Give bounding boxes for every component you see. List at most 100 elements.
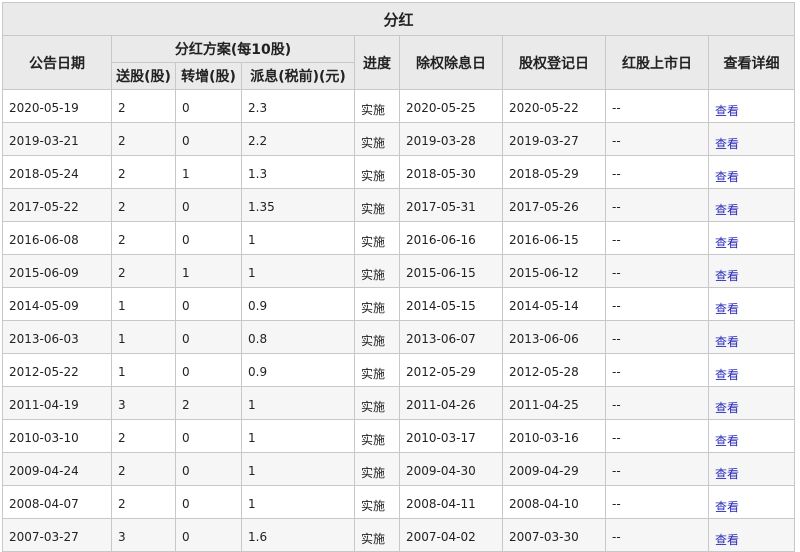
header-ex-date: 除权除息日 [399,35,503,90]
cell-announce-date: 2019-03-21 [2,122,112,156]
header-cash-dividend: 派息(税前)(元) [241,62,355,90]
view-details-link[interactable]: 查看 [715,170,739,184]
view-details-link[interactable]: 查看 [715,533,739,547]
cell-bonus-listing-date: -- [605,353,709,387]
cell-bonus-listing-date: -- [605,254,709,288]
view-details-link[interactable]: 查看 [715,269,739,283]
view-details-link[interactable]: 查看 [715,236,739,250]
cell-progress: 实施 [354,155,400,189]
table-row: 2011-04-19 3 2 1 实施 2011-04-26 2011-04-25 -- 查看 [2,386,796,420]
cell-record-date: 2016-06-15 [502,221,606,255]
cell-bonus-shares: 1 [111,320,176,354]
cell-cash-dividend: 0.9 [241,287,355,321]
cell-progress: 实施 [354,122,400,156]
cell-bonus-shares: 1 [111,353,176,387]
cell-details: 查看 [707,320,796,354]
cell-bonus-shares: 2 [111,155,176,189]
cell-bonus-listing-date: -- [605,386,709,420]
cell-announce-date: 2013-06-03 [2,320,112,354]
table-row: 2020-05-19 2 0 2.3 实施 2020-05-25 2020-05-22 -- 查… [2,89,796,123]
dividend-table: 分红 公告日期 分红方案(每10股) 进度 除权除息日 股权登记日 红股上市日 … [1,2,796,552]
cell-transfer-shares: 0 [175,122,242,156]
cell-progress: 实施 [354,353,400,387]
view-details-link[interactable]: 查看 [715,137,739,151]
cell-bonus-shares: 2 [111,221,176,255]
cell-transfer-shares: 0 [175,89,242,123]
cell-bonus-listing-date: -- [605,485,709,519]
cell-ex-date: 2011-04-26 [399,386,503,420]
cell-ex-date: 2009-04-30 [399,452,503,486]
cell-details: 查看 [707,221,796,255]
cell-bonus-listing-date: -- [605,221,709,255]
cell-record-date: 2014-05-14 [502,287,606,321]
cell-announce-date: 2017-05-22 [2,188,112,222]
header-transfer-shares: 转增(股) [175,62,242,90]
cell-bonus-shares: 2 [111,485,176,519]
cell-transfer-shares: 1 [175,155,242,189]
view-details-link[interactable]: 查看 [715,335,739,349]
table-row: 2016-06-08 2 0 1 实施 2016-06-16 2016-06-15 -- 查看 [2,221,796,255]
table-row: 2009-04-24 2 0 1 实施 2009-04-30 2009-04-29 -- 查看 [2,452,796,486]
cell-record-date: 2019-03-27 [502,122,606,156]
cell-details: 查看 [707,452,796,486]
cell-record-date: 2018-05-29 [502,155,606,189]
cell-bonus-shares: 2 [111,254,176,288]
cell-progress: 实施 [354,518,400,552]
cell-announce-date: 2009-04-24 [2,452,112,486]
view-details-link[interactable]: 查看 [715,434,739,448]
cell-record-date: 2008-04-10 [502,485,606,519]
view-details-link[interactable]: 查看 [715,467,739,481]
table-row: 2013-06-03 1 0 0.8 实施 2013-06-07 2013-06-06 -- 查… [2,320,796,354]
view-details-link[interactable]: 查看 [715,500,739,514]
cell-ex-date: 2010-03-17 [399,419,503,453]
cell-details: 查看 [707,485,796,519]
cell-record-date: 2015-06-12 [502,254,606,288]
header-dividend-plan: 分红方案(每10股) [111,35,355,63]
view-details-link[interactable]: 查看 [715,401,739,415]
cell-bonus-listing-date: -- [605,287,709,321]
cell-record-date: 2017-05-26 [502,188,606,222]
cell-announce-date: 2008-04-07 [2,485,112,519]
cell-bonus-shares: 3 [111,518,176,552]
cell-announce-date: 2012-05-22 [2,353,112,387]
cell-cash-dividend: 1.35 [241,188,355,222]
cell-details: 查看 [707,122,796,156]
cell-bonus-listing-date: -- [605,452,709,486]
table-row: 2007-03-27 3 0 1.6 实施 2007-04-02 2007-03-30 -- 查… [2,518,796,552]
cell-transfer-shares: 0 [175,188,242,222]
cell-bonus-shares: 2 [111,188,176,222]
cell-announce-date: 2010-03-10 [2,419,112,453]
cell-details: 查看 [707,353,796,387]
view-details-link[interactable]: 查看 [715,302,739,316]
cell-transfer-shares: 0 [175,485,242,519]
cell-details: 查看 [707,419,796,453]
table-row: 2012-05-22 1 0 0.9 实施 2012-05-29 2012-05-28 -- 查… [2,353,796,387]
cell-bonus-shares: 2 [111,122,176,156]
view-details-link[interactable]: 查看 [715,368,739,382]
cell-progress: 实施 [354,419,400,453]
view-details-link[interactable]: 查看 [715,203,739,217]
view-details-link[interactable]: 查看 [715,104,739,118]
cell-cash-dividend: 0.9 [241,353,355,387]
cell-record-date: 2013-06-06 [502,320,606,354]
table-row: 2014-05-09 1 0 0.9 实施 2014-05-15 2014-05-14 -- 查… [2,287,796,321]
cell-ex-date: 2007-04-02 [399,518,503,552]
cell-progress: 实施 [354,287,400,321]
cell-transfer-shares: 0 [175,419,242,453]
cell-cash-dividend: 1 [241,419,355,453]
cell-transfer-shares: 0 [175,518,242,552]
table-row: 2017-05-22 2 0 1.35 实施 2017-05-31 2017-05-26 --… [2,188,796,222]
cell-bonus-listing-date: -- [605,89,709,123]
cell-cash-dividend: 1.6 [241,518,355,552]
cell-details: 查看 [707,518,796,552]
cell-progress: 实施 [354,89,400,123]
cell-transfer-shares: 1 [175,254,242,288]
cell-cash-dividend: 2.3 [241,89,355,123]
cell-bonus-shares: 2 [111,419,176,453]
cell-progress: 实施 [354,485,400,519]
cell-bonus-listing-date: -- [605,188,709,222]
cell-cash-dividend: 1 [241,452,355,486]
cell-details: 查看 [707,254,796,288]
cell-progress: 实施 [354,254,400,288]
table-row: 2018-05-24 2 1 1.3 实施 2018-05-30 2018-05-29 -- 查… [2,155,796,189]
